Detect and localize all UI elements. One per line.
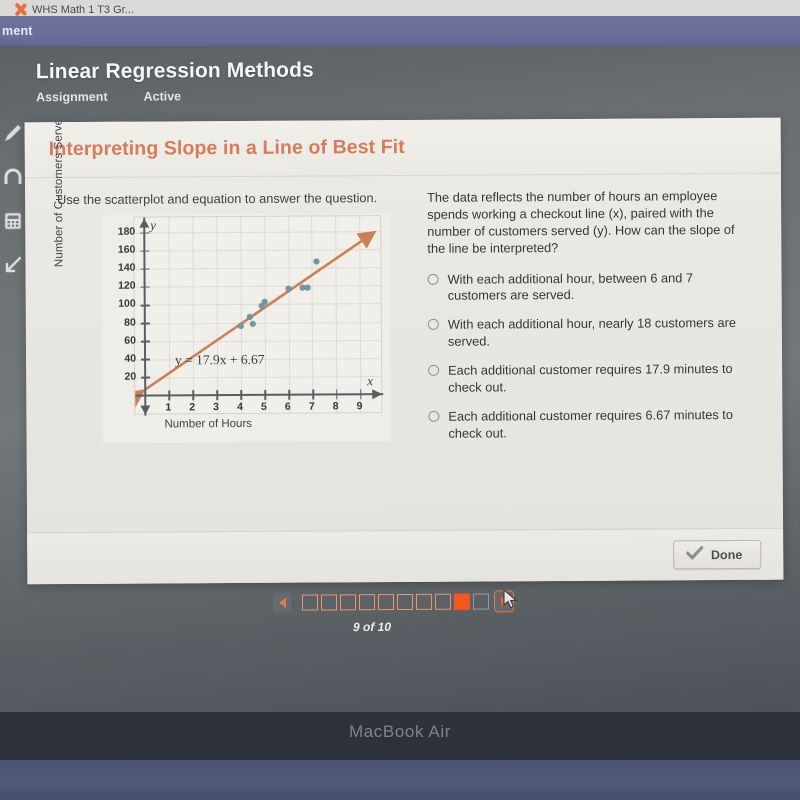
y-tick-label: 140	[117, 261, 136, 274]
browser-tab-strip: WHS Math 1 T3 Gr...	[0, 0, 800, 16]
instruction-text: Use the scatterplot and equation to answ…	[57, 190, 378, 208]
x-axis-label: Number of Hours	[164, 417, 253, 431]
scatterplot: Number of Customers Served Number of Hou…	[53, 118, 391, 443]
macbook-air-label: MacBook Air	[348, 722, 452, 741]
status-badge: Active	[143, 89, 182, 104]
answer-choice-b[interactable]: With each additional hour, nearly 18 cus…	[427, 315, 746, 351]
y-tick-label: 180	[117, 225, 136, 238]
x-tick-label: 4	[237, 400, 243, 414]
radio-button[interactable]	[428, 364, 440, 376]
page-indicator-1[interactable]	[301, 594, 319, 611]
answer-choices: With each additional hour, between 6 and…	[427, 269, 747, 443]
x-close-icon	[14, 3, 27, 16]
browser-tab[interactable]: WHS Math 1 T3 Gr...	[14, 0, 134, 16]
page-indicator-9[interactable]	[453, 593, 471, 610]
x-tick-label: 7	[308, 400, 315, 413]
answer-choice-c[interactable]: Each additional customer requires 17.9 m…	[428, 361, 746, 397]
page-indicators	[301, 593, 490, 611]
y-tick-label: 20	[124, 370, 137, 383]
app-header-bar: ment	[0, 16, 800, 46]
x-variable-label: x	[367, 373, 374, 389]
lesson-meta: Assignment Active	[24, 86, 784, 105]
x-tick-label: 1	[165, 401, 172, 414]
equation-annotation: y = 17.9x + 6.67	[174, 351, 265, 367]
pagination	[271, 587, 534, 617]
calculator-icon[interactable]	[2, 210, 24, 232]
x-tick-label: 5	[260, 400, 267, 413]
radio-button[interactable]	[427, 319, 439, 331]
card-banner-title: Interpreting Slope in a Line of Best Fit	[48, 135, 405, 161]
page-indicator-5[interactable]	[377, 594, 395, 611]
x-tick-label: 2	[189, 401, 196, 414]
card-banner: Interpreting Slope in a Line of Best Fit	[24, 117, 781, 179]
chevron-left-icon	[278, 597, 286, 608]
x-tick-label: 8	[332, 400, 339, 413]
question-card: Interpreting Slope in a Line of Best Fit…	[24, 117, 784, 585]
desk-surface	[0, 760, 800, 800]
y-axis-label: Number of Customers Served	[52, 117, 66, 268]
radio-button[interactable]	[427, 273, 439, 285]
x-tick-label: 3	[213, 401, 220, 414]
axes: yx	[134, 216, 384, 416]
mouse-cursor	[503, 588, 519, 611]
card-footer: Done	[27, 527, 784, 585]
answer-choice-label: With each additional hour, nearly 18 cus…	[447, 315, 736, 349]
x-tick-label: 6	[284, 400, 291, 413]
y-variable-label: y	[150, 217, 157, 233]
answer-choice-label: With each additional hour, between 6 and…	[447, 269, 694, 304]
question-text: The data reflects the number of hours an…	[427, 188, 735, 256]
previous-page-button[interactable]	[271, 591, 293, 614]
question-column: The data reflects the number of hours an…	[427, 188, 765, 455]
card-body: Use the scatterplot and equation to answ…	[25, 118, 783, 457]
axis-arrows	[139, 218, 383, 415]
page-count-label: 9 of 10	[352, 619, 392, 635]
y-tick-label: 120	[118, 279, 136, 293]
done-button[interactable]: Done	[672, 539, 762, 570]
answer-choice-label: Each additional customer requires 17.9 m…	[448, 361, 733, 395]
y-tick-label: 40	[124, 352, 137, 365]
page-indicator-8[interactable]	[434, 593, 452, 610]
radio-button[interactable]	[428, 410, 440, 422]
page-indicator-10[interactable]	[472, 593, 490, 610]
browser-tab-title: WHS Math 1 T3 Gr...	[32, 4, 134, 16]
page-indicator-3[interactable]	[339, 594, 357, 611]
answer-choice-d[interactable]: Each additional customer requires 6.67 m…	[428, 407, 746, 443]
page-title: Linear Regression Methods	[35, 58, 314, 84]
answer-choice-label: Each additional customer requires 6.67 m…	[448, 406, 733, 441]
x-tick-label: 9	[356, 400, 363, 413]
tool-rail	[0, 110, 26, 305]
assignment-type-label: Assignment	[36, 89, 108, 105]
chart-column: Use the scatterplot and equation to answ…	[43, 118, 413, 457]
checkmark-icon	[685, 545, 704, 563]
done-button-label: Done	[710, 547, 743, 562]
y-tick-label: 80	[124, 316, 136, 329]
y-tick-label: 100	[118, 298, 136, 311]
page-indicator-2[interactable]	[320, 594, 338, 611]
answer-choice-a[interactable]: With each additional hour, between 6 and…	[427, 269, 746, 305]
arrow-tool-icon[interactable]	[2, 254, 24, 276]
y-tick-label: 160	[117, 243, 136, 256]
pencil-icon[interactable]	[2, 122, 24, 144]
magnet-icon[interactable]	[2, 166, 24, 188]
app-header-text: ment	[2, 24, 33, 38]
lesson-header: Linear Regression Methods Assignment Act…	[24, 56, 784, 123]
y-tick-label: 60	[124, 334, 136, 347]
page-indicator-7[interactable]	[415, 593, 433, 610]
page-indicator-6[interactable]	[396, 593, 414, 611]
plot-area: yx y = 17.9x + 6.67	[133, 215, 384, 416]
photo-background: MacBook Air WHS Math 1 T3 Gr... ment Lin…	[0, 0, 800, 800]
page-indicator-4[interactable]	[358, 594, 376, 611]
